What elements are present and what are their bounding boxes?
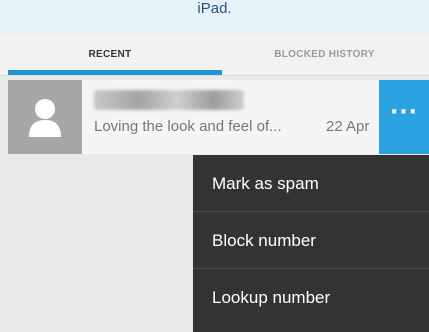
app-screen: iPad. RECENT BLOCKED HISTORY Loving the … (0, 0, 429, 332)
context-menu: Mark as spam Block number Lookup number (193, 155, 429, 332)
list-item[interactable]: Loving the look and feel of... 22 Apr ··… (8, 80, 429, 154)
message-date: 22 Apr (326, 118, 370, 135)
tab-blocked-history[interactable]: BLOCKED HISTORY (220, 34, 429, 76)
menu-item-lookup-number[interactable]: Lookup number (193, 269, 429, 326)
person-icon (29, 99, 61, 137)
tab-selected-indicator (8, 70, 222, 75)
more-dots-icon: ··· (389, 100, 419, 125)
avatar (8, 80, 82, 154)
contact-name-obscured (94, 90, 244, 110)
more-options-button[interactable]: ··· (379, 80, 429, 154)
menu-item-mark-as-spam[interactable]: Mark as spam (193, 155, 429, 212)
menu-item-block-number[interactable]: Block number (193, 212, 429, 269)
message-snippet: Loving the look and feel of... (94, 118, 282, 135)
top-banner: iPad. (0, 0, 429, 34)
banner-text: iPad. (197, 0, 232, 17)
